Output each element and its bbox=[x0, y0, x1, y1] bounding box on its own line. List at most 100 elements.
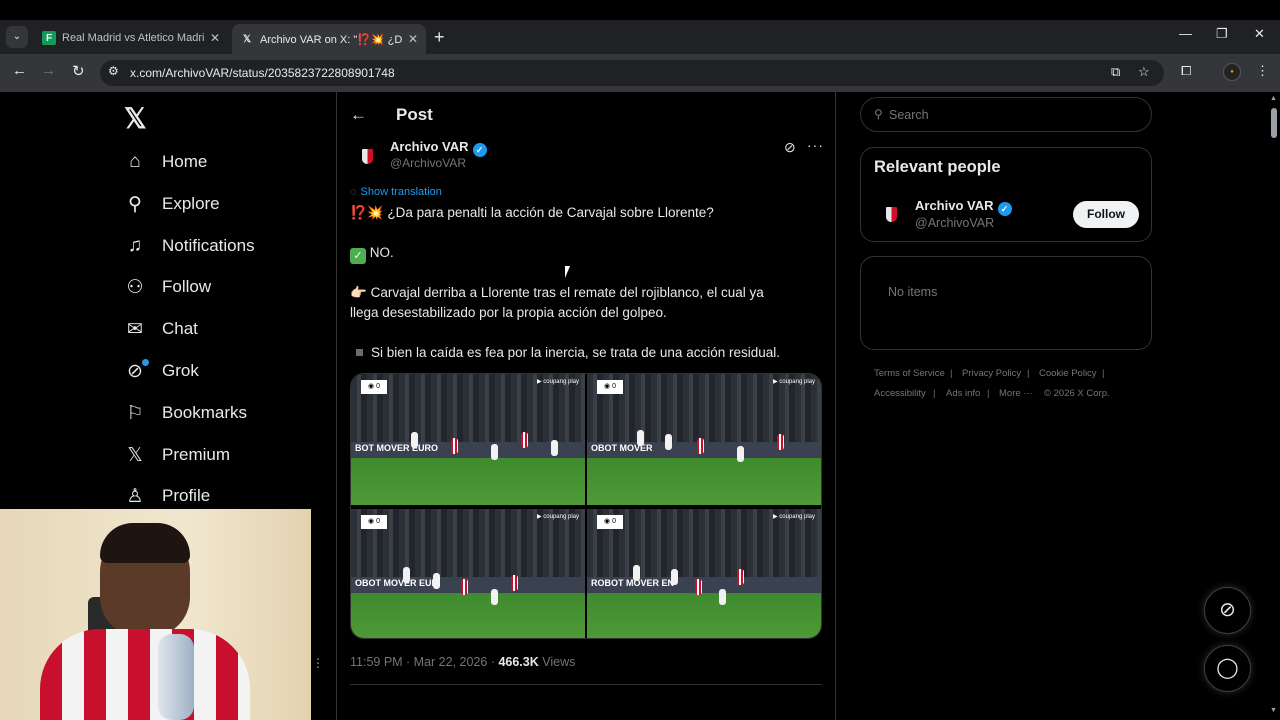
media-image[interactable]: OBOT MOVER ◉ 0 ▶ coupang play bbox=[587, 374, 821, 505]
search-box[interactable]: ⚲ Search bbox=[860, 97, 1152, 132]
search-icon: ⚲ bbox=[874, 107, 883, 121]
show-translation-link[interactable]: ◌ Show translation bbox=[350, 186, 442, 198]
person-name-row[interactable]: Archivo VAR ✓ bbox=[915, 198, 1012, 216]
broadcast-tag: ◉ 0 bbox=[361, 380, 387, 394]
grok-fab-button[interactable]: ⊘ bbox=[1204, 587, 1251, 634]
footer-sep: | bbox=[1102, 368, 1105, 379]
nav-profile[interactable]: ♙ Profile bbox=[122, 481, 210, 511]
webcam-person-hair bbox=[100, 523, 190, 563]
footer-link[interactable]: Privacy Policy bbox=[962, 368, 1021, 379]
nav-home[interactable]: ⌂ Home bbox=[122, 147, 207, 177]
sheets-icon: F bbox=[42, 31, 56, 45]
pointing-hand-emoji: 👉🏻 bbox=[350, 285, 367, 300]
footer-more-link[interactable]: More ··· bbox=[999, 388, 1033, 399]
new-tab-button[interactable]: + bbox=[434, 27, 445, 48]
bookmark-icon: ⚐ bbox=[126, 402, 144, 424]
post-text: NO. bbox=[366, 245, 394, 260]
person-name[interactable]: Archivo VAR bbox=[915, 198, 994, 213]
url-text[interactable]: x.com/ArchivoVAR/status/2035823722808901… bbox=[130, 66, 395, 80]
post-text-line: Si bien la caída es fea por la inercia, … bbox=[350, 343, 780, 363]
author-name-row[interactable]: Archivo VAR ✓ bbox=[390, 139, 487, 157]
translate-icon: ◌ bbox=[350, 186, 357, 198]
footer-sep: | bbox=[933, 388, 936, 399]
profile-avatar[interactable]: ● bbox=[1223, 63, 1241, 81]
search-icon: ⚲ bbox=[128, 193, 142, 215]
reload-icon[interactable]: ↻ bbox=[72, 62, 85, 80]
views-label: Views bbox=[538, 655, 576, 669]
close-icon[interactable]: ✕ bbox=[210, 31, 220, 45]
scrollbar[interactable]: ▲ ▼ bbox=[1268, 92, 1280, 720]
mail-icon: ✉ bbox=[127, 318, 143, 340]
messages-fab-button[interactable]: ◯ bbox=[1204, 645, 1251, 692]
tab-title: Archivo VAR on X: "⁉️💥 ¿Da para bbox=[260, 33, 402, 46]
bookmark-star-icon[interactable]: ☆ bbox=[1138, 64, 1150, 80]
nav-premium[interactable]: 𝕏 Premium bbox=[122, 440, 230, 470]
meta-sep: · bbox=[487, 655, 499, 669]
forward-icon[interactable]: → bbox=[41, 62, 56, 79]
media-image[interactable]: BOT MOVER EURO ◉ 0 ▶ coupang play bbox=[351, 374, 585, 505]
nav-label: Premium bbox=[162, 445, 231, 464]
webcam-person-shirt bbox=[40, 629, 250, 720]
empty-card bbox=[860, 256, 1152, 350]
nav-label: Chat bbox=[162, 319, 198, 338]
close-icon[interactable]: ✕ bbox=[408, 32, 418, 46]
broadcaster-logo: ▶ coupang play bbox=[773, 514, 815, 520]
person-handle[interactable]: @ArchivoVAR bbox=[915, 216, 994, 230]
person-avatar[interactable] bbox=[876, 199, 906, 229]
nav-label: Profile bbox=[162, 486, 211, 505]
tab-archivo-var[interactable]: 𝕏 Archivo VAR on X: "⁉️💥 ¿Da para ✕ bbox=[232, 24, 426, 54]
footer-link[interactable]: Terms of Service bbox=[874, 368, 945, 379]
broadcaster-logo: ▶ coupang play bbox=[537, 514, 579, 520]
nav-label: Home bbox=[162, 152, 208, 171]
show-translation-label[interactable]: Show translation bbox=[361, 186, 442, 198]
tab-search-button[interactable]: ⌄ bbox=[6, 26, 28, 48]
grok-icon[interactable]: ⊘ bbox=[784, 139, 796, 156]
nav-bookmarks[interactable]: ⚐ Bookmarks bbox=[122, 398, 247, 428]
nav-notifications[interactable]: ♫ Notifications bbox=[122, 231, 255, 261]
divider bbox=[350, 684, 822, 685]
more-dots-icon[interactable]: ⋮ bbox=[312, 656, 324, 670]
site-info-icon[interactable]: ⚙ bbox=[108, 64, 119, 78]
footer-sep: | bbox=[950, 368, 953, 379]
scroll-down-icon[interactable]: ▼ bbox=[1270, 707, 1277, 714]
back-icon[interactable]: ← bbox=[12, 62, 27, 79]
webcam-microphone bbox=[158, 634, 194, 720]
tab-real-madrid[interactable]: F Real Madrid vs Atletico Madrid ✕ bbox=[34, 24, 228, 52]
scroll-up-icon[interactable]: ▲ bbox=[1270, 95, 1277, 102]
install-app-icon[interactable]: ⧉ bbox=[1111, 64, 1120, 80]
nav-grok[interactable]: ⊘ Grok bbox=[122, 356, 199, 386]
follow-icon: ⚇ bbox=[126, 276, 144, 298]
author-name[interactable]: Archivo VAR bbox=[390, 139, 469, 154]
back-arrow-icon[interactable]: ← bbox=[350, 105, 367, 125]
shield-logo-icon bbox=[885, 206, 897, 222]
nav-follow[interactable]: ⚇ Follow bbox=[122, 272, 211, 302]
footer-link[interactable]: Ads info bbox=[946, 388, 980, 399]
footer-link[interactable]: Cookie Policy bbox=[1039, 368, 1097, 379]
post-timestamp[interactable]: 11:59 PM · Mar 22, 2026 bbox=[350, 655, 487, 669]
collision-emoji: 💥 bbox=[366, 205, 384, 220]
x-icon: 𝕏 bbox=[127, 444, 143, 466]
menu-icon[interactable]: ⋮ bbox=[1256, 63, 1269, 79]
window-close-icon[interactable]: ✕ bbox=[1254, 26, 1265, 42]
media-image[interactable]: ROBOT MOVER EN ◉ 0 ▶ coupang play bbox=[587, 509, 821, 638]
follow-button[interactable]: Follow bbox=[1073, 201, 1139, 228]
webcam-overlay bbox=[0, 509, 311, 720]
verified-icon: ✓ bbox=[472, 143, 487, 157]
extensions-icon[interactable]: ⧠ bbox=[1181, 63, 1191, 79]
interrobang-emoji: ⁉️ bbox=[350, 205, 367, 220]
author-handle[interactable]: @ArchivoVAR bbox=[390, 156, 466, 170]
search-input[interactable]: Search bbox=[889, 108, 929, 122]
minimize-icon[interactable]: — bbox=[1179, 26, 1192, 41]
more-icon[interactable]: ··· bbox=[807, 137, 824, 153]
restore-icon[interactable]: ❐ bbox=[1216, 26, 1228, 42]
nav-explore[interactable]: ⚲ Explore bbox=[122, 189, 220, 219]
scroll-thumb[interactable] bbox=[1271, 108, 1277, 138]
board-text: BOT MOVER EURO bbox=[355, 443, 439, 454]
footer-link[interactable]: Accessibility bbox=[874, 388, 926, 399]
media-image[interactable]: OBOT MOVER EUR ◉ 0 ▶ coupang play bbox=[351, 509, 585, 638]
nav-chat[interactable]: ✉ Chat bbox=[122, 314, 198, 344]
nav-label: Follow bbox=[162, 277, 212, 296]
x-logo[interactable]: 𝕏 bbox=[124, 102, 147, 135]
author-avatar[interactable] bbox=[352, 141, 382, 171]
media-grid[interactable]: BOT MOVER EURO ◉ 0 ▶ coupang play OBOT M… bbox=[350, 373, 822, 639]
